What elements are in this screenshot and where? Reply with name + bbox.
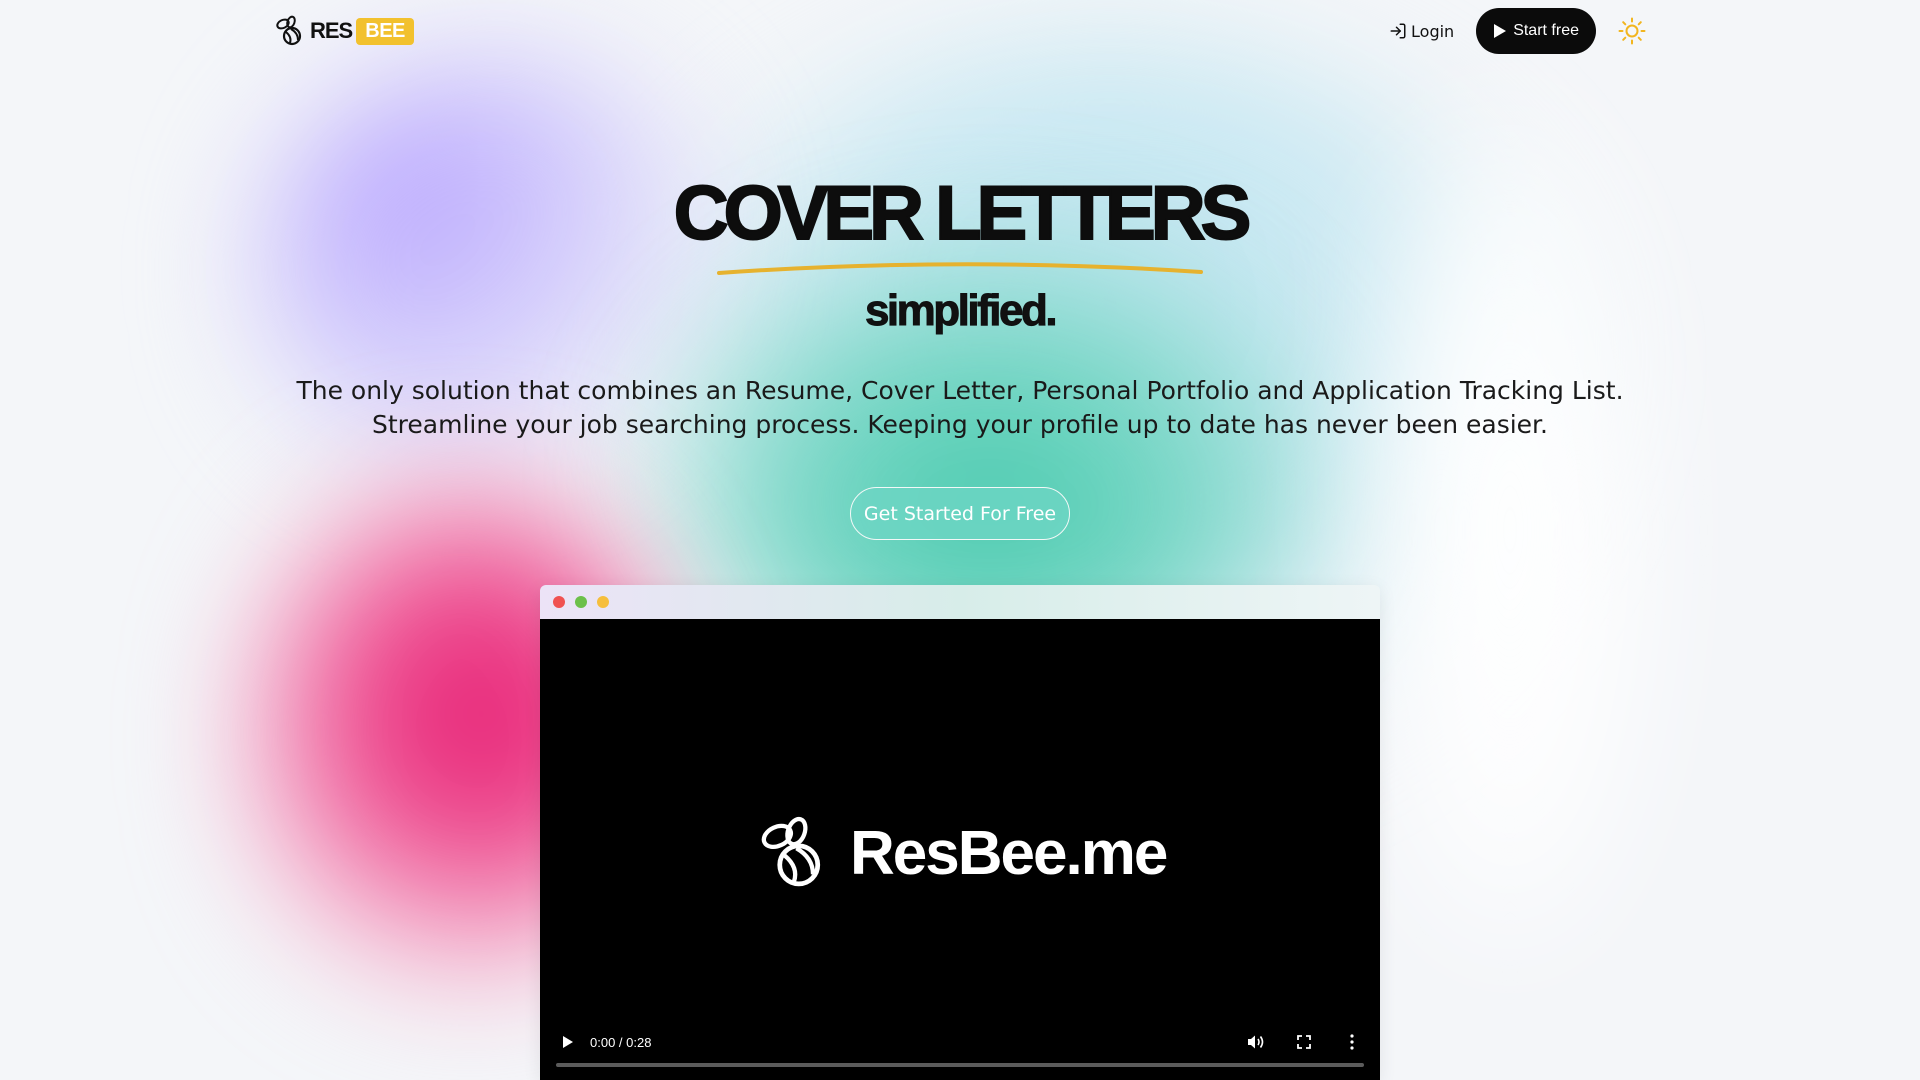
login-icon xyxy=(1390,23,1406,39)
fullscreen-button[interactable] xyxy=(1292,1030,1316,1054)
window-dot-red xyxy=(553,596,565,608)
hero-subtitle: simplified. xyxy=(864,286,1058,336)
login-label: Login xyxy=(1411,21,1455,41)
logo-res-text: RES xyxy=(310,18,353,43)
tagline-line-1: The only solution that combines an Resum… xyxy=(296,376,1624,405)
hero-tagline: The only solution that combines an Resum… xyxy=(0,374,1920,442)
start-free-label: Start free xyxy=(1513,22,1579,39)
bee-logo-icon xyxy=(276,15,302,46)
play-icon xyxy=(563,1036,573,1048)
play-icon xyxy=(1494,24,1507,38)
video-progress-bar[interactable] xyxy=(556,1063,1364,1067)
logo-bee-badge: BEE xyxy=(356,17,414,45)
start-free-button[interactable]: Start free xyxy=(1476,8,1596,54)
logo[interactable]: RES BEE xyxy=(274,15,414,47)
tagline-line-2: Streamline your job searching process. K… xyxy=(371,410,1548,439)
video-player[interactable]: ResBee.me 0:00 / 0:28 xyxy=(540,619,1380,1080)
video-time: 0:00 / 0:28 xyxy=(590,1034,652,1050)
sun-icon[interactable] xyxy=(1618,17,1646,45)
header: RES BEE Login Start free xyxy=(274,8,1646,54)
video-window: ResBee.me 0:00 / 0:28 xyxy=(540,585,1380,1080)
volume-button[interactable] xyxy=(1244,1030,1268,1054)
video-logo: ResBee.me xyxy=(754,815,1168,891)
fullscreen-icon xyxy=(1297,1035,1311,1049)
volume-icon xyxy=(1248,1035,1264,1049)
get-started-button[interactable]: Get Started For Free xyxy=(850,487,1070,540)
title-underline xyxy=(717,262,1203,275)
more-options-button[interactable] xyxy=(1340,1030,1364,1054)
window-titlebar xyxy=(540,585,1380,619)
hero-title: COVER LETTERS xyxy=(673,170,1253,257)
video-logo-text: ResBee.me xyxy=(850,818,1168,888)
window-dot-yellow xyxy=(597,596,609,608)
bee-logo-icon xyxy=(761,816,821,887)
window-dot-green xyxy=(575,596,587,608)
login-link[interactable]: Login xyxy=(1389,22,1454,41)
video-play-button[interactable] xyxy=(556,1030,580,1054)
more-vertical-icon xyxy=(1350,1034,1354,1050)
video-controls: 0:00 / 0:28 xyxy=(540,1018,1380,1080)
nav-actions: Login Start free xyxy=(1389,8,1646,54)
